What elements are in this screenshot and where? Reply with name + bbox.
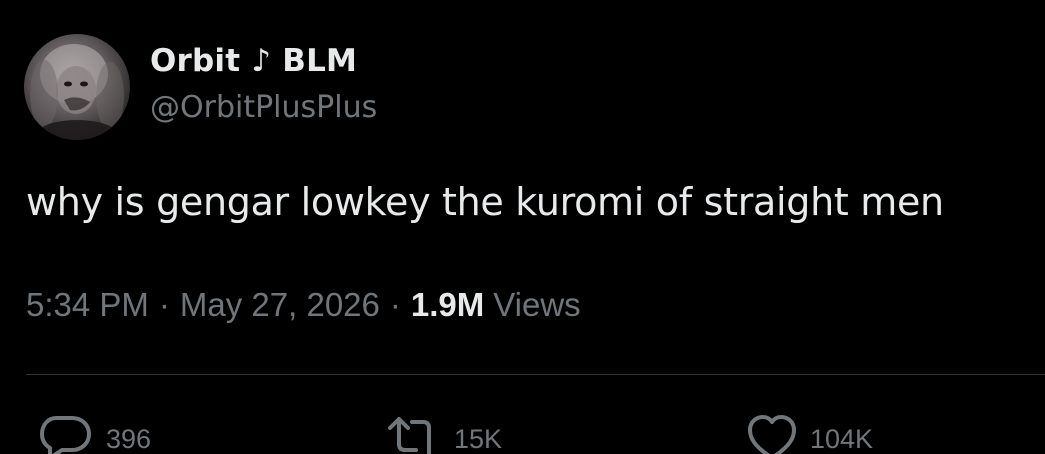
tweet-text: why is gengar lowkey the kuromi of strai… — [26, 180, 944, 224]
tweet-date[interactable]: May 27, 2026 — [180, 286, 380, 324]
tweet-meta: 5:34 PM · May 27, 2026 · 1.9M Views — [26, 284, 581, 326]
reply-count: 396 — [106, 424, 152, 454]
avatar[interactable] — [24, 34, 130, 140]
meta-separator: · — [389, 286, 401, 323]
author-name-row: Orbit ♪ BLM — [150, 40, 357, 82]
author-display-name[interactable]: Orbit ♪ BLM — [150, 43, 357, 79]
author-handle[interactable]: @OrbitPlusPlus — [150, 90, 377, 125]
avatar-photo — [30, 44, 124, 140]
views-label: Views — [493, 286, 581, 323]
like-count: 104K — [810, 424, 874, 454]
tweet-time[interactable]: 5:34 PM — [26, 286, 149, 324]
reply-icon — [38, 414, 94, 454]
heart-icon — [746, 414, 798, 454]
meta-separator: · — [158, 286, 170, 323]
tweet-card: Orbit ♪ BLM @OrbitPlusPlus why is gengar… — [0, 0, 1045, 454]
views-count: 1.9M — [410, 286, 485, 323]
reply-button[interactable]: 396 — [38, 414, 151, 454]
retweet-icon — [386, 414, 442, 454]
retweet-button[interactable]: 15K — [386, 414, 502, 454]
like-button[interactable]: 104K — [746, 414, 873, 454]
divider — [26, 374, 1045, 375]
retweet-count: 15K — [454, 424, 503, 454]
action-bar: 396 15K 104K — [0, 414, 1045, 454]
